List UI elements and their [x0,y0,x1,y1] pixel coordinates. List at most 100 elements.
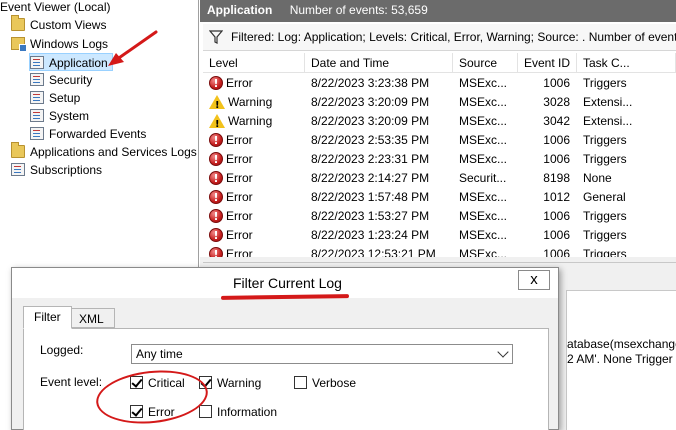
table-row[interactable]: Error 8/22/2023 2:53:35 PM MSExc... 1006 Tri… [203,131,676,150]
cell-source: MSExc... [459,209,508,223]
folder-icon [11,15,25,31]
table-row[interactable]: Error 8/22/2023 12:53:21 PM MSExc... 1006 Tr… [203,245,676,257]
tree-item-subscriptions[interactable]: Subscriptions [11,161,102,179]
cell-id: 1006 [543,247,570,257]
column-header-source[interactable]: Source [453,53,518,73]
events-table: Level Date and Time Source Event ID Task… [203,53,676,257]
error-icon [209,169,223,188]
event-count: Number of events: 53,659 [289,3,428,17]
cell-id: 1006 [543,133,570,147]
tree-item-label: Applications and Services Logs [30,145,197,159]
cell-source: MSExc... [459,228,508,242]
logged-label: Logged: [40,343,84,357]
column-header-level[interactable]: Level [203,53,305,73]
cell-task: General [583,190,626,204]
cell-level: Error [209,150,303,169]
tree-item-setup[interactable]: Setup [30,89,80,107]
table-row[interactable]: Error 8/22/2023 2:14:27 PM Securit... 8198 N… [203,169,676,188]
detail-text-line: 2 AM'. None Trigger [567,352,673,366]
table-row[interactable]: Error 8/22/2023 1:53:27 PM MSExc... 1006 Tri… [203,207,676,226]
column-header-task[interactable]: Task C... [577,53,676,73]
log-title: Application [207,3,273,17]
annotation-arrow-icon [108,30,158,66]
cell-source: MSExc... [459,152,508,166]
dialog-titlebar: Filter Current Log x [12,268,558,298]
level-text: Error [226,190,253,204]
level-text: Warning [228,114,273,128]
tree-item-application[interactable]: Application [29,53,113,71]
tree-item-label: Windows Logs [30,37,109,51]
cell-date: 8/22/2023 12:53:21 PM [311,247,436,257]
cell-level: Error [209,188,303,207]
table-row[interactable]: Error 8/22/2023 2:23:31 PM MSExc... 1006 Tri… [203,150,676,169]
level-text: Error [226,228,253,242]
logged-value: Any time [136,347,183,361]
warning-icon [209,95,225,112]
tree-item-forwarded-events[interactable]: Forwarded Events [30,125,146,143]
cell-source: MSExc... [459,133,508,147]
warning-checkbox[interactable]: Warning [199,376,261,392]
cell-id: 1006 [543,76,570,90]
tree-item-label: Setup [49,91,81,105]
column-header-date[interactable]: Date and Time [305,53,453,73]
table-row[interactable]: Warning 8/22/2023 3:20:09 PM MSExc... 3028 E… [203,93,676,112]
cell-date: 8/22/2023 1:23:24 PM [311,228,430,242]
log-icon [30,56,44,69]
table-row[interactable]: Error 8/22/2023 3:23:38 PM MSExc... 1006 Tri… [203,74,676,93]
log-icon [30,127,44,140]
logged-dropdown[interactable]: Any time [131,344,513,364]
cell-level: Error [209,131,303,150]
event-level-label: Event level: [40,375,103,389]
cell-level: Warning [209,93,303,112]
cell-task: Triggers [583,228,627,242]
error-icon [209,188,223,207]
checkbox-label: Verbose [312,376,357,390]
tree-item-label: System [49,109,90,123]
cell-level: Error [209,245,303,257]
checkbox-label: Warning [217,376,262,390]
tab-xml[interactable]: XML [68,308,115,328]
cell-level: Error [209,207,303,226]
tree-item-label: Application [49,56,108,70]
tree-item-security[interactable]: Security [30,71,92,89]
windows-logs-icon [11,37,27,52]
filter-description: Filtered: Log: Application; Levels: Crit… [231,30,676,44]
level-text: Error [226,76,253,90]
table-row[interactable]: Warning 8/22/2023 3:20:09 PM MSExc... 3042 E… [203,112,676,131]
level-text: Error [226,247,253,257]
cell-id: 3028 [543,95,570,109]
table-row[interactable]: Error 8/22/2023 1:23:24 PM MSExc... 1006 Tri… [203,226,676,245]
tab-filter[interactable]: Filter [23,306,72,329]
cell-task: Triggers [583,76,627,90]
tree-item-apps-services[interactable]: Applications and Services Logs [11,142,197,161]
verbose-checkbox[interactable]: Verbose [294,376,356,392]
close-button[interactable]: x [518,270,550,290]
cell-source: MSExc... [459,114,508,128]
level-text: Warning [228,95,273,109]
tree-item-label: Forwarded Events [49,127,147,141]
checkbox-box[interactable] [199,405,212,418]
log-icon [30,109,44,122]
cell-source: MSExc... [459,190,508,204]
cell-id: 1006 [543,152,570,166]
cell-level: Error [209,226,303,245]
filter-bar: Filtered: Log: Application; Levels: Crit… [203,24,676,51]
divider [203,262,676,263]
cell-id: 1012 [543,190,570,204]
detail-text-line: atabase(msexchange [567,337,676,351]
tree-item-system[interactable]: System [30,107,89,125]
cell-task: Triggers [583,209,627,223]
column-header-event-id[interactable]: Event ID [518,53,577,73]
tree-item-event-viewer[interactable]: Event Viewer (Local) [0,0,111,16]
cell-level: Error [209,74,303,93]
cell-source: MSExc... [459,95,508,109]
information-checkbox[interactable]: Information [199,405,277,421]
cell-task: None [583,171,612,185]
cell-id: 1006 [543,209,570,223]
tree-item-windows-logs[interactable]: Windows Logs [11,35,108,53]
checkbox-box[interactable] [294,376,307,389]
level-text: Error [226,171,253,185]
table-row[interactable]: Error 8/22/2023 1:57:48 PM MSExc... 1012 Gen… [203,188,676,207]
cell-level: Error [209,169,303,188]
tree-item-custom-views[interactable]: Custom Views [11,15,106,34]
